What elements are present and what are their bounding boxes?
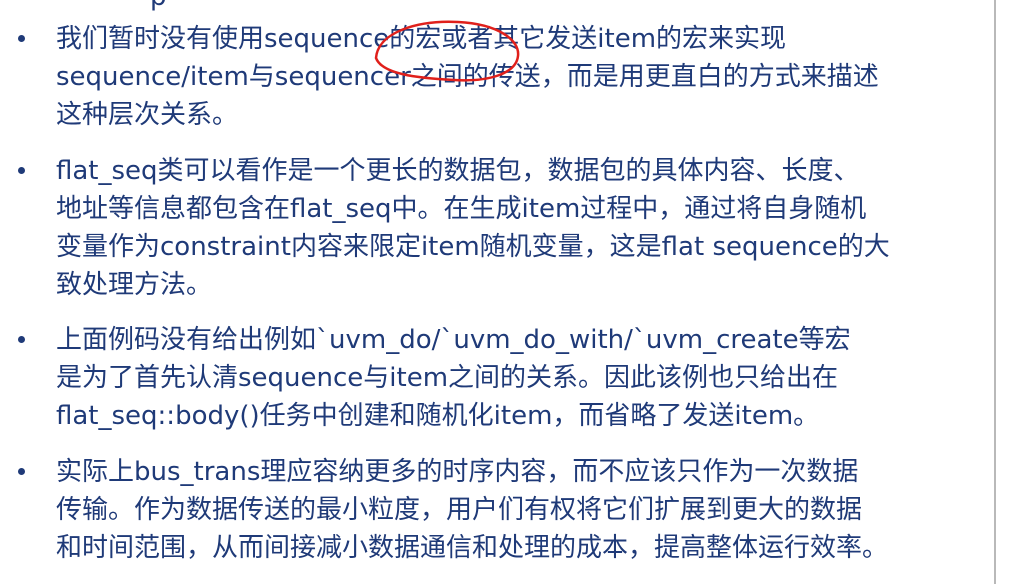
bullet-line: 我们暂时没有使用sequence的宏或者其它发送item的宏来实现 (56, 24, 787, 54)
bullet-line: sequence/item与sequencer之间的传送，而是用更直白的方式来描… (56, 62, 879, 92)
bullet-line: 地址等信息都包含在flat_seq中。在生成item过程中，通过将自身随机 (56, 194, 867, 224)
bullet-line: 和时间范围，从而间接减小数据通信和处理的成本，提高整体运行效率。 (56, 533, 889, 563)
bullet-line: 是为了首先认清sequence与item之间的关系。因此该例也只给出在 (56, 363, 839, 393)
bullet-dot (18, 167, 25, 174)
bullet-dot (18, 468, 25, 475)
bullet-line: 这种层次关系。 (56, 100, 239, 130)
bullet-line: 变量作为constraint内容来限定item随机变量，这是flat seque… (56, 232, 890, 262)
bullet-line: flat_seq类可以看作是一个更长的数据包，数据包的具体内容、长度、 (56, 156, 860, 186)
bullet-dot (18, 336, 25, 343)
bullet-line: 传输。作为数据传送的最小粒度，用户们有权将它们扩展到更大的数据 (56, 495, 863, 525)
bullet-line: 致处理方法。 (56, 270, 213, 300)
bullet-line: 上面例码没有给出例如`uvm_do/`uvm_do_with/`uvm_crea… (56, 325, 851, 355)
bullet-dot (18, 35, 25, 42)
bullet-list: 我们暂时没有使用sequence的宏或者其它发送item的宏来实现 sequen… (0, 0, 1010, 584)
bullet-line: flat_seq::body()任务中创建和随机化item，而省略了发送item… (56, 401, 820, 431)
bullet-line: 实际上bus_trans理应容纳更多的时序内容，而不应该只作为一次数据 (56, 457, 859, 487)
